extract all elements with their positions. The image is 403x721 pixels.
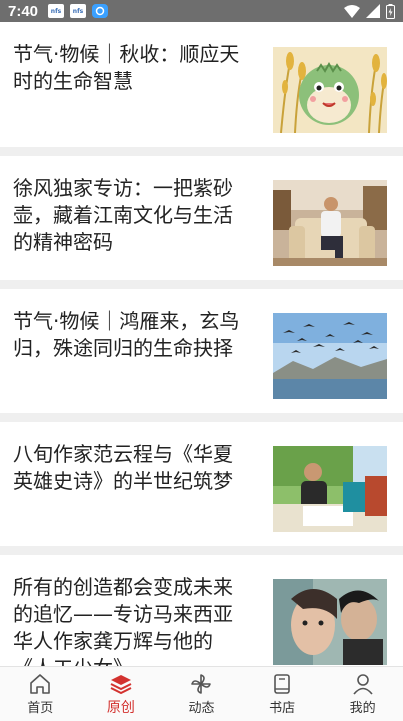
article-card[interactable]: 八旬作家范云程与《华夏英雄史诗》的半世纪筑梦 <box>0 422 403 546</box>
article-title: 八旬作家范云程与《华夏英雄史诗》的半世纪筑梦 <box>13 442 233 493</box>
status-right <box>344 3 395 19</box>
article-thumbnail <box>273 180 387 266</box>
bottom-tab-bar: 首页 原创 动态 书店 我的 <box>0 666 403 721</box>
divider <box>0 147 403 156</box>
tab-home[interactable]: 首页 <box>0 667 81 721</box>
article-title: 徐风独家专访：一把紫砂壶，藏着江南文化与生活的精神密码 <box>13 176 233 254</box>
article-card[interactable]: 徐风独家专访：一把紫砂壶，藏着江南文化与生活的精神密码 <box>0 156 403 280</box>
article-title: 节气·物候｜秋收：顺应天时的生命智慧 <box>13 42 240 93</box>
person-icon <box>353 674 373 695</box>
app-notification-icon <box>92 4 109 18</box>
divider <box>0 546 403 555</box>
tab-original[interactable]: 原创 <box>81 667 162 721</box>
tab-label: 首页 <box>27 701 54 716</box>
tab-label: 我的 <box>349 701 376 716</box>
article-card[interactable]: 节气·物候｜秋收：顺应天时的生命智慧 <box>0 22 403 147</box>
tab-bookstore[interactable]: 书店 <box>242 667 323 721</box>
home-icon <box>30 674 51 694</box>
article-card[interactable]: 节气·物候｜鸿雁来，玄鸟归，殊途同归的生命抉择 <box>0 289 403 413</box>
article-thumbnail <box>273 47 387 133</box>
tab-label: 书店 <box>269 701 296 716</box>
battery-icon <box>386 3 395 19</box>
tab-mine[interactable]: 我的 <box>322 667 403 721</box>
article-title: 节气·物候｜鸿雁来，玄鸟归，殊途同归的生命抉择 <box>13 309 240 360</box>
tab-label: 原创 <box>106 700 135 716</box>
divider <box>0 413 403 422</box>
wifi-icon <box>344 4 360 18</box>
tab-activity[interactable]: 动态 <box>161 667 242 721</box>
article-card[interactable]: 所有的创造都会变成未来的追忆——专访马来西亚华人作家龚万辉与他的《人工少女》 <box>0 555 403 666</box>
article-title: 所有的创造都会变成未来的追忆——专访马来西亚华人作家龚万辉与他的《人工少女》 <box>13 575 233 666</box>
article-thumbnail <box>273 313 387 399</box>
pinwheel-icon <box>191 674 212 694</box>
divider <box>0 280 403 289</box>
notification-icon: nfs <box>48 4 65 18</box>
layers-icon <box>110 675 132 695</box>
book-icon <box>274 674 290 694</box>
signal-icon <box>366 4 380 18</box>
tab-label: 动态 <box>188 701 215 716</box>
article-thumbnail <box>273 446 387 532</box>
notification-icon: nfs <box>70 4 87 18</box>
status-bar: 7:40 nfs nfs <box>0 0 403 22</box>
article-thumbnail <box>273 579 387 665</box>
article-list[interactable]: 节气·物候｜秋收：顺应天时的生命智慧 徐风独家专访：一把紫砂壶，藏着江南文化与生… <box>0 22 403 666</box>
clock: 7:40 <box>8 2 39 20</box>
